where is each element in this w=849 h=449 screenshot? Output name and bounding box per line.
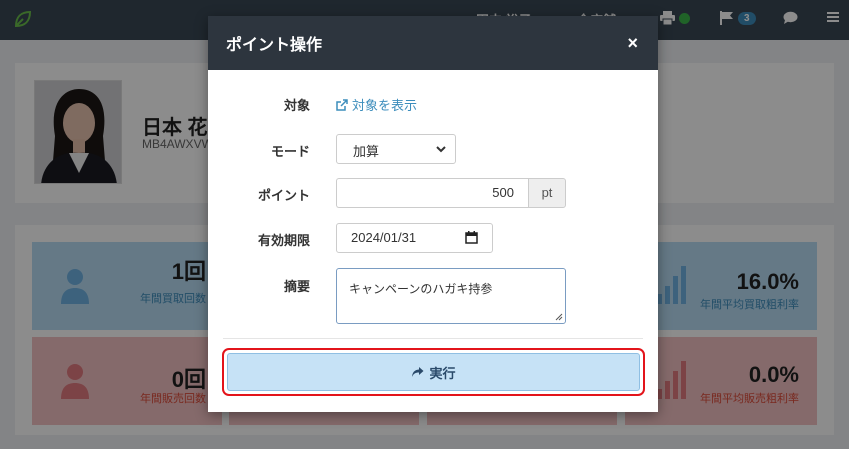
mode-select[interactable]: 加算 [336,134,456,164]
external-link-icon [336,98,348,111]
point-operation-modal: ポイント操作 × 対象 対象を表示 モード 加算 ポイント 500 pt 有効期… [208,16,658,412]
summary-label: 摘要 [283,279,310,294]
execute-highlight: 実行 [222,348,645,396]
points-input-group: 500 pt [336,178,566,208]
expiry-date-input[interactable]: 2024/01/31 [336,223,493,253]
expiry-label: 有効期限 [257,233,310,248]
summary-textarea[interactable]: キャンペーンのハガキ持参 [336,268,566,324]
modal-title: ポイント操作 [226,37,323,54]
points-unit: pt [528,178,566,208]
chevron-down-icon [436,146,446,153]
share-arrow-icon [412,367,424,377]
mode-label: モード [270,144,310,159]
points-input[interactable]: 500 [336,178,528,208]
expiry-value: 2024/01/31 [351,230,417,245]
points-label: ポイント [257,188,310,203]
calendar-icon[interactable] [465,231,478,244]
summary-value: キャンペーンのハガキ持参 [349,282,493,296]
resize-handle-icon[interactable] [554,312,563,321]
modal-header: ポイント操作 × [208,16,658,70]
execute-label: 実行 [429,365,456,381]
modal-footer-divider [223,338,643,339]
view-target-text: 対象を表示 [352,98,418,113]
execute-button[interactable]: 実行 [227,353,640,391]
view-target-link[interactable]: 対象を表示 [336,95,417,114]
close-icon[interactable]: × [627,33,638,54]
mode-value: 加算 [353,144,380,159]
target-label: 対象 [283,98,310,113]
